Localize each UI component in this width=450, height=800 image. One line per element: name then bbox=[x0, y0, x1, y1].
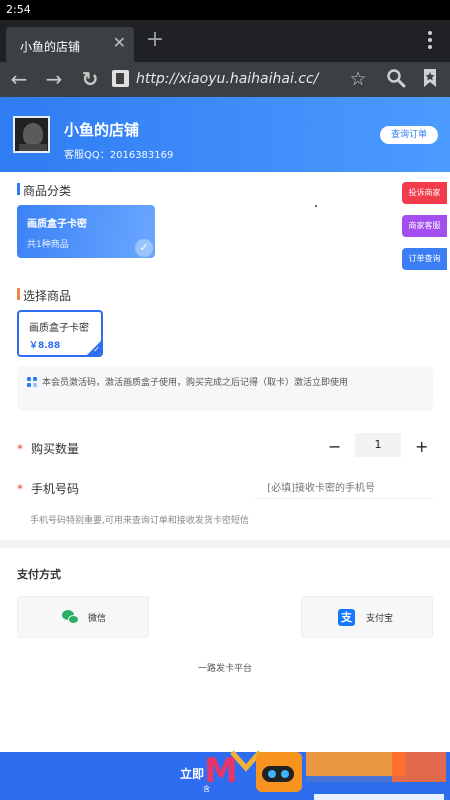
forward-arrow-icon[interactable]: → bbox=[43, 68, 65, 90]
site-favicon-icon bbox=[112, 70, 129, 87]
divider bbox=[0, 540, 450, 548]
product-price: ￥8.88 bbox=[29, 341, 61, 351]
bookmarks-icon[interactable] bbox=[420, 68, 440, 90]
phone-input[interactable] bbox=[255, 479, 433, 499]
complaint-button[interactable]: 投诉商家 bbox=[402, 182, 447, 204]
shop-header: 小鱼的店铺 客服QQ：2016383169 查询订单 bbox=[0, 97, 450, 172]
phone-label: * 手机号码 bbox=[17, 482, 80, 496]
wechat-pay-button[interactable]: 微信 bbox=[17, 596, 149, 638]
payment-title: 支付方式 bbox=[17, 568, 61, 581]
shop-qq: 客服QQ：2016383169 bbox=[64, 150, 174, 161]
quantity-label: * 购买数量 bbox=[17, 442, 80, 456]
product-card[interactable]: 画质盒子卡密 ￥8.88 ✓ bbox=[17, 310, 103, 357]
category-name: 画质盒子卡密 bbox=[27, 219, 87, 230]
query-order-button[interactable]: 查询订单 bbox=[380, 126, 438, 144]
address-bar: ← → ↻ http://xiaoyu.haihaihai.cc/ ☆ bbox=[0, 62, 450, 97]
browser-menu-icon[interactable] bbox=[428, 31, 434, 52]
star-bookmark-icon[interactable]: ☆ bbox=[346, 68, 370, 90]
status-time: 2:54 bbox=[6, 3, 31, 16]
category-count: 共1种商品 bbox=[27, 240, 69, 250]
alipay-button[interactable]: 支 支付宝 bbox=[301, 596, 433, 638]
search-icon[interactable] bbox=[384, 68, 408, 90]
back-arrow-icon[interactable]: ← bbox=[8, 68, 30, 90]
category-card[interactable]: 画质盒子卡密 共1种商品 ✓ bbox=[17, 205, 155, 258]
alipay-icon: 支 bbox=[338, 609, 355, 626]
buy-now-label: 立即 bbox=[180, 767, 205, 781]
quantity-input[interactable]: 1 bbox=[355, 433, 401, 457]
phone-hint: 手机号码特别重要,可用来查询订单和接收发货卡密短信 bbox=[30, 516, 249, 526]
product-note: 本会员激活码，激活画质盒子使用，购买完成之后记得（取卡）激活立即使用 bbox=[17, 366, 433, 411]
quantity-minus-button[interactable]: − bbox=[328, 437, 341, 456]
url-field[interactable]: http://xiaoyu.haihaihai.cc/ bbox=[136, 71, 318, 87]
shop-name: 小鱼的店铺 bbox=[64, 121, 140, 139]
new-tab-icon[interactable]: + bbox=[143, 29, 167, 53]
alipay-label: 支付宝 bbox=[366, 614, 394, 624]
product-section-title: 选择商品 bbox=[17, 287, 71, 304]
watermark-logo: M bbox=[202, 738, 450, 800]
browser-tab[interactable]: 小鱼的店铺 ✕ bbox=[6, 27, 134, 62]
quantity-plus-button[interactable]: + bbox=[415, 437, 428, 456]
status-bar: 2:54 bbox=[0, 0, 450, 20]
platform-name: 一路发卡平台 bbox=[197, 664, 252, 674]
wechat-label: 微信 bbox=[88, 614, 107, 624]
grid-icon bbox=[27, 377, 37, 387]
tab-title: 小鱼的店铺 bbox=[20, 40, 81, 54]
merchant-service-button[interactable]: 商家客服 bbox=[402, 215, 447, 237]
svg-text:M: M bbox=[204, 751, 238, 791]
checkmark-icon: ✓ bbox=[93, 345, 100, 354]
wechat-icon bbox=[62, 610, 79, 625]
product-name: 画质盒子卡密 bbox=[29, 323, 89, 334]
required-star: * bbox=[17, 442, 23, 456]
reload-icon[interactable]: ↻ bbox=[79, 68, 101, 90]
category-section-title: 商品分类 bbox=[17, 182, 71, 199]
order-query-button[interactable]: 订单查询 bbox=[402, 248, 447, 270]
avatar bbox=[13, 116, 50, 153]
dot-mark bbox=[315, 205, 317, 207]
browser-tab-strip: 小鱼的店铺 ✕ + bbox=[0, 20, 450, 62]
check-icon: ✓ bbox=[135, 239, 153, 257]
product-note-text: 本会员激活码，激活画质盒子使用，购买完成之后记得（取卡）激活立即使用 bbox=[42, 378, 349, 388]
required-star: * bbox=[17, 482, 23, 496]
close-tab-icon[interactable]: ✕ bbox=[113, 34, 126, 52]
